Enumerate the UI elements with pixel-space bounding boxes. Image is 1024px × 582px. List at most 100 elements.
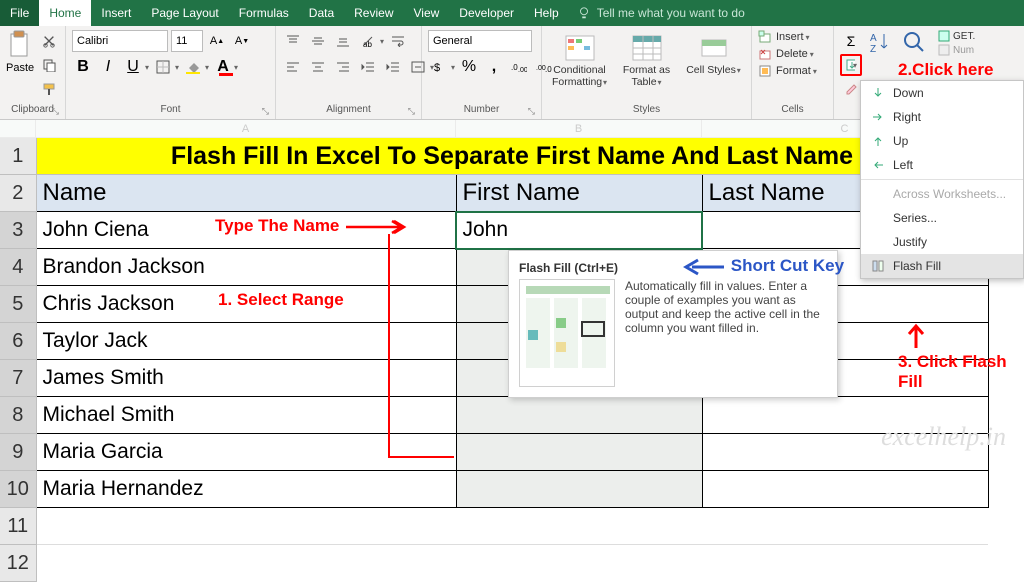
cell-b[interactable] [456, 434, 702, 471]
row-header[interactable]: 3 [0, 212, 36, 249]
anno-select-range: 1. Select Range [218, 290, 344, 310]
cell-a[interactable]: James Smith [36, 360, 456, 397]
row-header[interactable]: 12 [0, 545, 36, 582]
title-cell[interactable]: Flash Fill In Excel To Separate First Na… [36, 138, 988, 175]
row-header[interactable]: 1 [0, 138, 36, 175]
align-left-button[interactable] [282, 56, 304, 78]
sort-filter-icon[interactable]: AZ [870, 30, 892, 54]
format-button[interactable]: Format▾ [758, 64, 817, 78]
align-center-button[interactable] [307, 56, 329, 78]
tab-view[interactable]: View [404, 0, 450, 26]
italic-button[interactable]: I [97, 56, 119, 78]
fill-justify[interactable]: Justify [861, 230, 1023, 254]
cell-b[interactable] [456, 397, 702, 434]
fill-button[interactable]: ▾ [840, 54, 862, 76]
anno-type-name: Type The Name [215, 216, 414, 237]
col-header-a[interactable]: A [36, 120, 456, 137]
wrap-text-button[interactable] [387, 30, 409, 52]
bold-button[interactable]: B [72, 56, 94, 78]
tab-formulas[interactable]: Formulas [229, 0, 299, 26]
svg-text:$: $ [434, 62, 440, 74]
cell-a[interactable]: Maria Garcia [36, 434, 456, 471]
format-as-table-button[interactable]: Format as Table ▾ [615, 34, 678, 88]
delete-button[interactable]: Delete▾ [758, 47, 814, 61]
fill-flash-fill[interactable]: Flash Fill [861, 254, 1023, 278]
row-header[interactable]: 2 [0, 175, 36, 212]
cut-button[interactable] [38, 30, 60, 52]
cell-a[interactable]: Maria Hernandez [36, 471, 456, 508]
tab-insert[interactable]: Insert [91, 0, 141, 26]
group-label-cells: Cells [758, 104, 827, 117]
cell-b[interactable] [456, 471, 702, 508]
align-right-button[interactable] [332, 56, 354, 78]
cell-a[interactable]: Taylor Jack [36, 323, 456, 360]
fill-down[interactable]: Down [861, 81, 1023, 105]
group-label-styles: Styles [548, 104, 745, 117]
group-number: $▾ % , .0.00 .00.0 Number⤡ [422, 26, 542, 119]
fill-up[interactable]: Up [861, 129, 1023, 153]
tab-page-layout[interactable]: Page Layout [141, 0, 228, 26]
header-first[interactable]: First Name [456, 175, 702, 212]
row-header[interactable]: 9 [0, 434, 36, 471]
row-header[interactable]: 7 [0, 360, 36, 397]
row-header[interactable]: 4 [0, 249, 36, 286]
tell-me[interactable]: Tell me what you want to do [577, 6, 745, 20]
getcell-button[interactable]: GET. [938, 30, 975, 42]
row-header[interactable]: 11 [0, 508, 36, 545]
group-cells: Insert▾ Delete▾ Format▾ Cells [752, 26, 834, 119]
font-size-input[interactable] [171, 30, 203, 52]
underline-button[interactable]: U [122, 56, 144, 78]
insert-button[interactable]: Insert▾ [758, 30, 810, 44]
cell-b-active[interactable]: John [456, 212, 702, 249]
borders-button[interactable] [152, 56, 174, 78]
group-styles: Conditional Formatting ▾ Format as Table… [542, 26, 752, 119]
tab-developer[interactable]: Developer [449, 0, 524, 26]
align-top-button[interactable] [282, 30, 304, 52]
cell-c[interactable] [702, 471, 988, 508]
grow-font-button[interactable]: A▲ [206, 30, 228, 52]
svg-text:ab: ab [363, 40, 372, 48]
conditional-formatting-button[interactable]: Conditional Formatting ▾ [548, 34, 611, 88]
paste-icon[interactable] [7, 30, 33, 60]
group-label-alignment: Alignment⤡ [282, 104, 415, 117]
cell-styles-button[interactable]: Cell Styles ▾ [682, 34, 745, 76]
launcher-icon[interactable]: ⤡ [52, 106, 59, 117]
anno-shortcut: Short Cut Key [680, 256, 844, 277]
orientation-button[interactable]: ab [357, 30, 379, 52]
group-label-number: Number⤡ [428, 104, 535, 117]
shrink-font-button[interactable]: A▼ [231, 30, 253, 52]
number-format-input[interactable] [428, 30, 532, 52]
tab-file[interactable]: File [0, 0, 39, 26]
fill-right[interactable]: Right [861, 105, 1023, 129]
copy-button[interactable] [38, 54, 60, 76]
fill-color-button[interactable] [182, 56, 204, 78]
cell-a[interactable]: Michael Smith [36, 397, 456, 434]
tab-review[interactable]: Review [344, 0, 403, 26]
cell-a[interactable]: Brandon Jackson [36, 249, 456, 286]
format-painter-button[interactable] [38, 78, 60, 100]
comma-button[interactable]: , [483, 56, 505, 78]
align-bottom-button[interactable] [332, 30, 354, 52]
inc-decimal-button[interactable]: .0.00 [508, 56, 530, 78]
find-select-icon[interactable] [902, 30, 928, 56]
autosum-button[interactable]: Σ [840, 30, 862, 52]
font-name-input[interactable] [72, 30, 168, 52]
indent-dec-button[interactable] [357, 56, 379, 78]
row-header[interactable]: 6 [0, 323, 36, 360]
clear-button[interactable] [840, 78, 862, 100]
indent-inc-button[interactable] [382, 56, 404, 78]
align-middle-button[interactable] [307, 30, 329, 52]
tab-help[interactable]: Help [524, 0, 569, 26]
tab-home[interactable]: Home [39, 0, 91, 26]
row-header[interactable]: 8 [0, 397, 36, 434]
tab-data[interactable]: Data [299, 0, 344, 26]
col-header-b[interactable]: B [456, 120, 702, 137]
fill-series[interactable]: Series... [861, 206, 1023, 230]
header-name[interactable]: Name [36, 175, 456, 212]
group-clipboard: Paste Clipboard⤡ [0, 26, 66, 119]
fill-left[interactable]: Left [861, 153, 1023, 177]
accounting-button[interactable]: $ [428, 56, 450, 78]
row-header[interactable]: 5 [0, 286, 36, 323]
row-header[interactable]: 10 [0, 471, 36, 508]
percent-button[interactable]: % [458, 56, 480, 78]
